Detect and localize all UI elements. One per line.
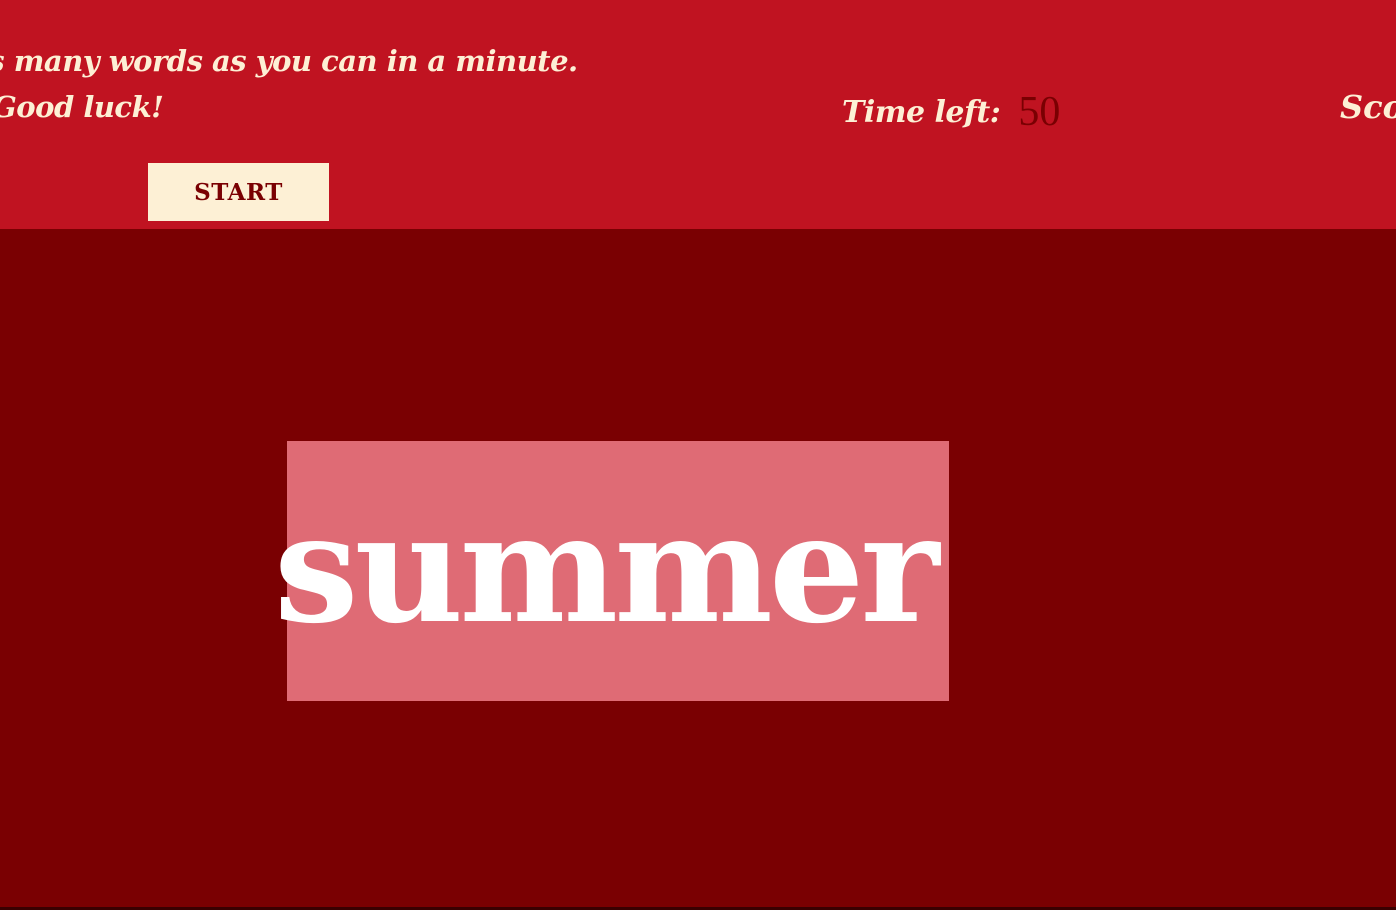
- timer: Time left: 50: [842, 88, 1060, 136]
- timer-label: Time left:: [842, 94, 1001, 130]
- instructions: as many words as you can in a minute. Go…: [0, 38, 700, 130]
- timer-value: 50: [1018, 89, 1061, 135]
- current-word: summer: [274, 481, 939, 657]
- instructions-line-1: as many words as you can in a minute.: [0, 44, 578, 78]
- instructions-line-2: Good luck!: [0, 90, 164, 124]
- game-header: as many words as you can in a minute. Go…: [0, 0, 1396, 229]
- game-area: summer: [0, 229, 1396, 910]
- start-button[interactable]: START: [148, 163, 329, 221]
- score-label: Score:: [1340, 88, 1396, 126]
